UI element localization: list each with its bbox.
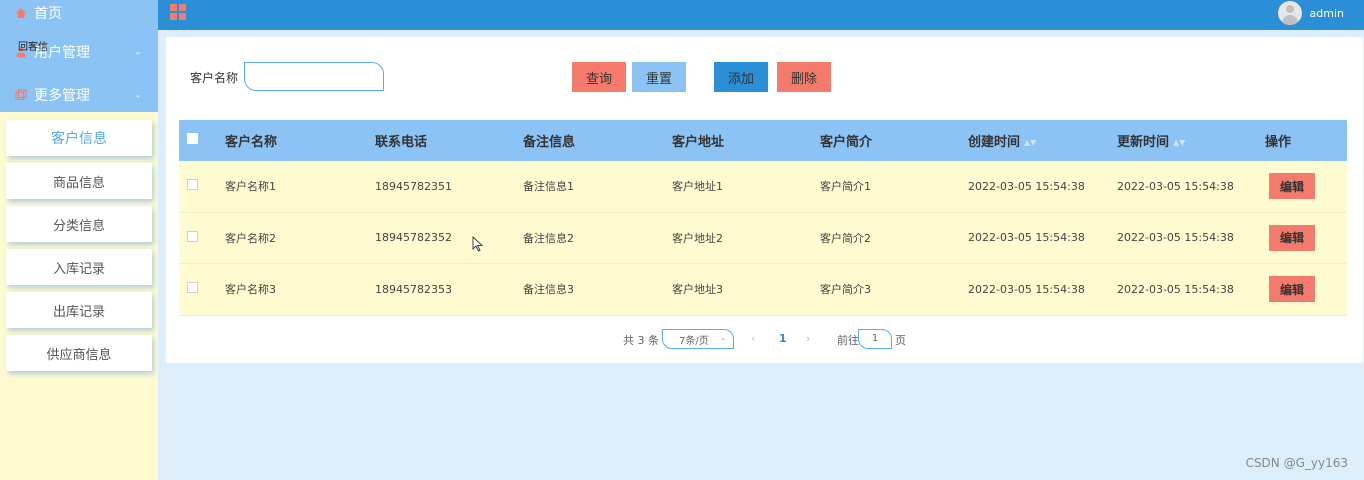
pagination-total: 共 3 条 [623,334,659,347]
customer-table: 客户名称 联系电话 备注信息 客户地址 客户简介 创建时间 ▲▼ 更新时间 ▲▼ 操… [179,120,1347,316]
watermark: CSDN @G_yy163 [1245,456,1348,470]
cell-customer-name: 客户名称3 [225,283,276,297]
overlay-text: 回客信 [18,42,48,53]
sort-icon[interactable]: ▲▼ [1024,138,1036,147]
home-icon [14,6,28,20]
submenu-product-info[interactable]: 商品信息 [6,163,152,199]
cell-remark: 备注信息3 [523,283,574,297]
user-area[interactable]: admin [1277,0,1344,26]
chevron-down-icon: ⌄ [133,46,142,58]
page-jump-input[interactable]: 1 [858,329,892,349]
nav-home-label: 首页 [34,6,62,22]
actions-cell: 编辑 [1265,173,1347,200]
reset-button[interactable]: 重置 [632,62,686,92]
sidebar: 首页 用户管理 ⌄ 更多管理 ⌄ 回客信 客户信息 商品信息 分类信息 入库记录… [0,0,158,480]
row-check-cell [179,282,225,296]
header-updated-time-cell[interactable]: 更新时间 ▲▼ [1117,131,1265,150]
cell-updated-time: 2022-03-05 15:54:38 [1117,179,1234,193]
top-header: admin [158,0,1364,30]
add-button[interactable]: 添加 [714,62,768,92]
cell-intro: 客户简介2 [820,231,871,245]
row-check-cell [179,230,225,245]
header-address: 客户地址 [672,135,725,150]
cell-address: 客户地址1 [672,180,723,194]
search-bar: 客户名称 查询 重置 添加 删除 [166,37,1363,117]
page-size-select[interactable]: 7条/页 ⌄ [662,329,734,349]
row-checkbox[interactable] [187,179,198,191]
cell-intro: 客户简介1 [820,180,871,194]
actions-cell: 编辑 [1265,276,1347,303]
chevron-down-icon: ⌄ [719,333,727,343]
delete-button[interactable]: 删除 [777,62,831,92]
table-row: 客户名称1 18945782351 备注信息1 客户地址1 客户简介1 2022… [179,161,1347,213]
cell-updated-time: 2022-03-05 15:54:38 [1117,231,1234,245]
mouse-cursor-icon [472,236,484,252]
goto-label: 前往 [837,334,859,347]
cell-customer-name: 客户名称2 [225,231,276,245]
cell-phone: 18945782353 [375,282,452,296]
submenu-customer-info[interactable]: 客户信息 [6,120,152,156]
copy-icon [14,88,28,102]
header-intro: 客户简介 [820,135,873,150]
prev-page-icon[interactable]: ‹ [751,332,755,345]
cell-remark: 备注信息1 [523,180,574,194]
table-row: 客户名称3 18945782353 备注信息3 客户地址3 客户简介3 2022… [179,264,1347,316]
header-remark: 备注信息 [523,135,576,150]
next-page-icon[interactable]: › [806,332,810,345]
cell-address: 客户地址2 [672,231,723,245]
submenu-inbound-records[interactable]: 入库记录 [6,249,152,285]
pagination: 共 3 条 7条/页 ⌄ ‹ 1 › 前往 1 页 [166,329,1363,349]
cell-phone: 18945782352 [375,231,452,245]
row-checkbox[interactable] [187,282,198,294]
sort-icon[interactable]: ▲▼ [1173,138,1185,147]
username: admin [1309,6,1344,20]
cell-updated-time: 2022-03-05 15:54:38 [1117,282,1234,296]
header-updated-time: 更新时间 [1117,135,1170,150]
row-checkbox[interactable] [187,230,198,242]
cell-phone: 18945782351 [375,179,452,193]
avatar[interactable] [1277,1,1302,25]
header-actions: 操作 [1265,135,1292,150]
customer-name-input[interactable] [244,62,384,91]
select-all-checkbox[interactable] [187,133,198,144]
cell-created-time: 2022-03-05 15:54:38 [968,231,1085,245]
grid-menu-icon[interactable] [170,4,186,20]
cell-created-time: 2022-03-05 15:54:38 [968,282,1085,296]
submenu-category-info[interactable]: 分类信息 [6,206,152,242]
query-button[interactable]: 查询 [572,62,626,92]
row-check-cell [179,179,225,193]
edit-button[interactable]: 编辑 [1269,224,1315,251]
header-phone: 联系电话 [375,135,428,150]
select-all-cell [179,133,225,148]
edit-button[interactable]: 编辑 [1269,173,1315,200]
table-row: 客户名称2 18945782352 备注信息2 客户地址2 客户简介2 2022… [179,212,1347,264]
nav-more-management[interactable]: 更多管理 ⌄ [0,78,158,112]
nav-home[interactable]: 首页 [0,0,158,26]
cell-address: 客户地址3 [672,283,723,297]
header-created-time-cell[interactable]: 创建时间 ▲▼ [968,131,1117,150]
header-customer-name: 客户名称 [225,135,278,150]
nav-more-management-label: 更多管理 [34,88,90,104]
page-size-value: 7条/页 [679,335,709,347]
cell-intro: 客户简介3 [820,283,871,297]
submenu-list: 客户信息 商品信息 分类信息 入库记录 出库记录 供应商信息 [0,112,158,371]
customer-name-label: 客户名称 [190,71,239,85]
cell-remark: 备注信息2 [523,231,574,245]
actions-cell: 编辑 [1265,224,1347,251]
submenu-supplier-info[interactable]: 供应商信息 [6,335,152,371]
main-content: 客户名称 查询 重置 添加 删除 客户名称 联系电话 备注信息 客户地址 客户简… [166,37,1363,363]
cell-customer-name: 客户名称1 [225,180,276,194]
header-created-time: 创建时间 [968,135,1021,150]
chevron-down-icon: ⌄ [133,89,142,101]
sidebar-menu: 首页 用户管理 ⌄ 更多管理 ⌄ 回客信 [0,0,158,112]
cell-created-time: 2022-03-05 15:54:38 [968,179,1085,193]
page-number-current[interactable]: 1 [779,332,787,345]
table-header: 客户名称 联系电话 备注信息 客户地址 客户简介 创建时间 ▲▼ 更新时间 ▲▼ 操… [179,120,1347,161]
page-label: 页 [895,334,906,347]
edit-button[interactable]: 编辑 [1269,276,1315,303]
submenu-outbound-records[interactable]: 出库记录 [6,292,152,328]
